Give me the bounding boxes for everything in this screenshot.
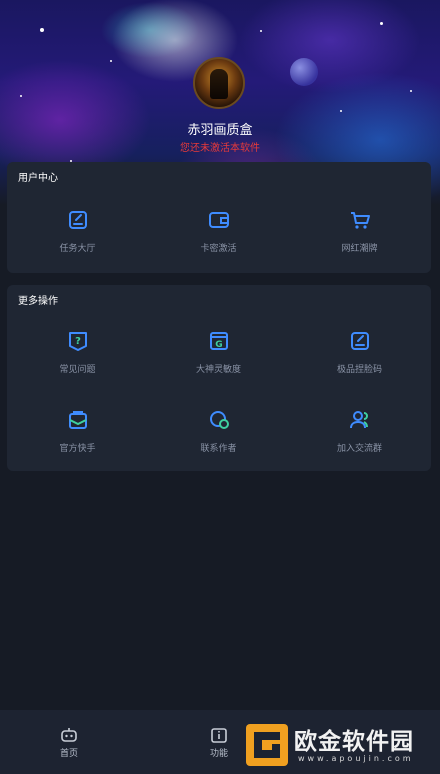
star (260, 30, 262, 32)
sensitivity-button[interactable]: G 大神灵敏度 (148, 330, 289, 390)
question-shield-icon: ? (69, 332, 87, 351)
face-code-label: 极品捏脸码 (336, 365, 382, 375)
mail-box-icon (69, 411, 87, 429)
influencer-brand-button[interactable]: 网红潮牌 (289, 209, 430, 269)
edit-note-icon (351, 332, 369, 350)
contact-author-button[interactable]: 联系作者 (148, 409, 289, 469)
sensitivity-label: 大神灵敏度 (195, 365, 241, 375)
user-center-title: 用户中心 (18, 173, 58, 184)
site-watermark: 欧金软件园 www.apoujin.com (244, 720, 440, 774)
join-group-label: 加入交流群 (336, 444, 382, 454)
faq-label: 常见问题 (59, 365, 96, 375)
group-users-icon (350, 411, 368, 429)
star (20, 95, 22, 97)
contact-author-label: 联系作者 (200, 444, 237, 454)
card-activation-label: 卡密激活 (200, 244, 237, 254)
task-edit-icon (69, 211, 87, 229)
card-activation-button[interactable]: 卡密激活 (148, 209, 289, 269)
more-actions-title: 更多操作 (18, 296, 58, 307)
task-hall-label: 任务大厅 (59, 244, 96, 254)
join-group-button[interactable]: 加入交流群 (289, 409, 430, 469)
official-kuaishou-label: 官方快手 (59, 444, 96, 454)
svg-text:G: G (215, 340, 222, 350)
shopping-cart-icon (351, 212, 370, 229)
star (410, 90, 412, 92)
official-kuaishou-button[interactable]: 官方快手 (7, 409, 148, 469)
tab-home-label: 首页 (59, 749, 78, 759)
robot-face-icon (61, 728, 77, 742)
watermark-url: www.apoujin.com (298, 754, 414, 763)
info-box-icon (211, 728, 227, 743)
tab-home[interactable]: 首页 (14, 710, 124, 774)
watermark-logo-icon (246, 724, 288, 766)
star (380, 22, 383, 25)
more-actions-card: 更多操作 ? 常见问题 G 大神灵敏度 极品捏脸码 官方快手 联系作者 加入交流… (7, 285, 431, 471)
activation-status[interactable]: 您还未激活本软件 (0, 139, 440, 154)
svg-text:?: ? (75, 336, 81, 347)
face-code-button[interactable]: 极品捏脸码 (289, 330, 430, 390)
planet-decoration (290, 58, 318, 86)
avatar-figure (210, 69, 228, 99)
g-badge-icon: G (210, 332, 228, 350)
watermark-title: 欧金软件园 (294, 729, 414, 755)
faq-button[interactable]: ? 常见问题 (7, 330, 148, 390)
task-hall-button[interactable]: 任务大厅 (7, 209, 148, 269)
chat-bubble-icon (210, 411, 229, 429)
star (110, 60, 112, 62)
star (40, 28, 44, 32)
star (340, 110, 342, 112)
avatar[interactable] (193, 57, 245, 109)
wallet-card-icon (209, 212, 229, 228)
user-center-card: 用户中心 任务大厅 卡密激活 网红潮牌 (7, 162, 431, 273)
influencer-brand-label: 网红潮牌 (341, 244, 378, 254)
app-name: 赤羽画质盒 (187, 123, 253, 138)
